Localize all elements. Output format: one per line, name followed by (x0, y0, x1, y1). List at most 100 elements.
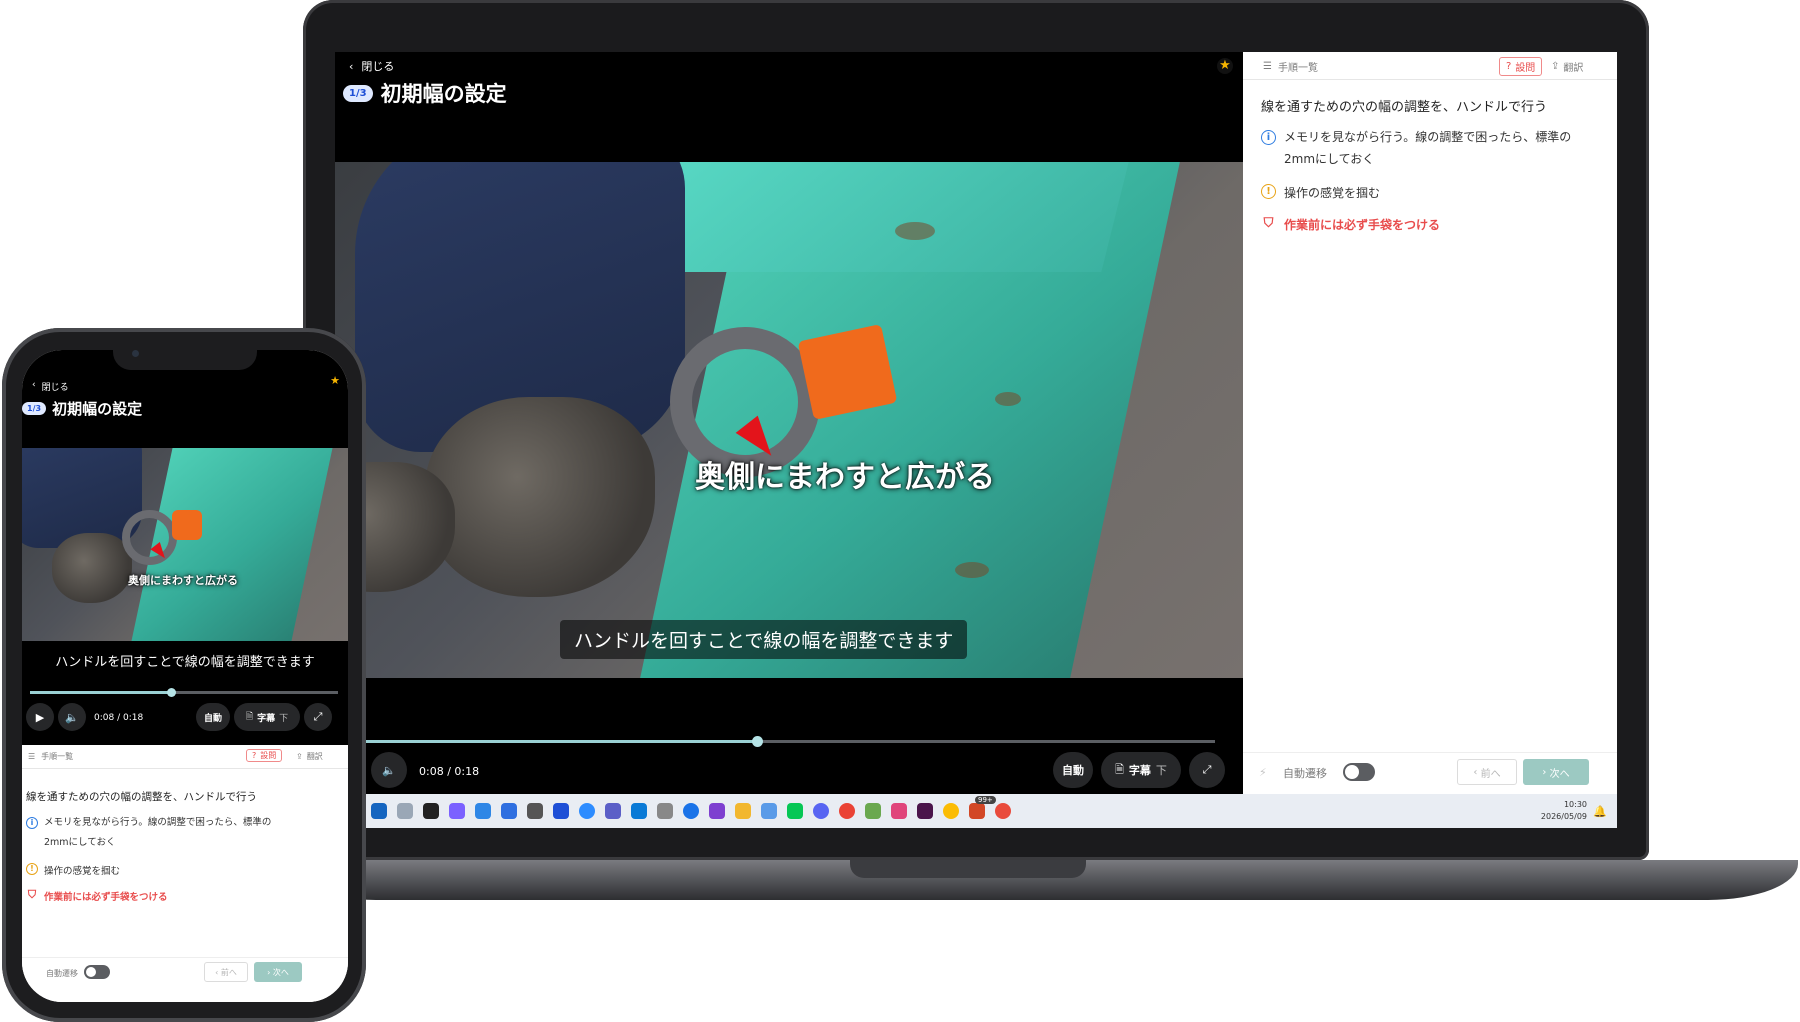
translate-icon: ⇪ (1551, 61, 1560, 72)
chevron-left-icon: ‹ (1473, 766, 1481, 778)
terminal-icon[interactable] (423, 803, 439, 819)
question-icon: ? (252, 751, 257, 760)
copilot-icon[interactable] (449, 803, 465, 819)
prev-button[interactable]: ‹ 前へ (204, 962, 248, 982)
auto-advance-toggle[interactable] (1343, 763, 1375, 781)
auto-button[interactable]: 自動 (196, 703, 230, 731)
play-button[interactable]: ▶ (26, 703, 54, 731)
subtitle-button[interactable]: 🗎 字幕 下 (234, 703, 300, 731)
app-icon[interactable] (501, 803, 517, 819)
folder-icon[interactable] (735, 803, 751, 819)
line-icon[interactable] (787, 803, 803, 819)
volume-button[interactable]: 🔈 (58, 703, 86, 731)
chrome-icon[interactable] (839, 803, 855, 819)
rust-spot (955, 562, 989, 578)
list-icon: ☰ (28, 752, 36, 761)
notification-badge: 99+ (975, 796, 996, 804)
step-badge: 1/3 (22, 402, 47, 415)
teams-icon[interactable] (605, 803, 621, 819)
close-button[interactable]: ‹ 閉じる (349, 58, 394, 74)
auto-advance-toggle[interactable] (84, 965, 110, 979)
note-caution: ! 操作の感覚を掴む (1261, 184, 1380, 201)
vscode-icon[interactable] (631, 803, 647, 819)
auto-advance-label: 自動遷移 (1283, 767, 1327, 780)
step-instruction: 線を通すための穴の幅の調整を、ハンドルで行う (26, 791, 257, 803)
video-glove (52, 533, 132, 603)
video-frame[interactable]: 奥側にまわすと広がる (22, 448, 348, 641)
steps-list-button[interactable]: ☰ 手順一覧 (28, 751, 73, 762)
volume-icon: 🔈 (382, 763, 396, 777)
fullscreen-button[interactable]: ⤢ (304, 703, 332, 731)
step-badge: 1/3 (343, 84, 373, 102)
volume-button[interactable]: 🔈 (371, 752, 407, 788)
progress-knob[interactable] (752, 736, 763, 747)
onenote-icon[interactable] (709, 803, 725, 819)
play-icon: ▶ (35, 710, 45, 724)
overlay-subtitle: 奥側にまわすと広がる (695, 460, 995, 495)
product-mockup: ‹ 閉じる 1/3 初期幅の設定 ★ 奥側にまわすと広がる ハンドルを回すことで… (0, 0, 1800, 1022)
fullscreen-button[interactable]: ⤢ (1189, 752, 1225, 788)
video-player: ‹ 閉じる 1/3 初期幅の設定 ★ 奥側にまわすと広がる ハンドルを回すことで… (335, 52, 1243, 794)
translate-button[interactable]: ⇪ 翻訳 (1551, 59, 1583, 74)
bell-icon[interactable]: 🔔 (1593, 805, 1607, 818)
toggle-knob (86, 967, 96, 977)
subtitle-button[interactable]: 🗎 字幕 下 (1101, 752, 1181, 788)
app-icon[interactable] (657, 803, 673, 819)
toggle-knob (1345, 765, 1359, 779)
zoom-icon[interactable] (579, 803, 595, 819)
phone-controls: ▶ 🔈 0:08 / 0:18 自動 🗎 字幕 下 ⤢ (22, 685, 348, 745)
todo-icon[interactable] (475, 803, 491, 819)
translate-button[interactable]: ⇪ 翻訳 (296, 751, 323, 762)
info-icon: i (1261, 130, 1276, 145)
clock[interactable]: 10:30 2026/05/09 (1541, 799, 1587, 823)
shield-icon: ⛉ (27, 888, 37, 901)
maps-icon[interactable] (683, 803, 699, 819)
title-row: 1/3 初期幅の設定 (343, 78, 507, 108)
panel-header: ☰ 手順一覧 ? 設問 ⇪ 翻訳 (1243, 52, 1617, 80)
app-icon[interactable] (553, 803, 569, 819)
time-display: 0:08 / 0:18 (94, 713, 144, 723)
taskbar: ⌕ 99+ (335, 794, 1617, 828)
chrome-canary-icon[interactable] (943, 803, 959, 819)
overlay-subtitle: 奥側にまわすと広がる (128, 574, 238, 587)
video-handle-wheel (122, 510, 177, 565)
laptop-hinge-notch (850, 860, 1086, 878)
snipping-icon[interactable] (891, 803, 907, 819)
app-icon[interactable] (865, 803, 881, 819)
steps-list-button[interactable]: ☰ 手順一覧 (1263, 59, 1318, 74)
star-icon[interactable]: ★ (330, 374, 340, 387)
progress-bar[interactable] (30, 688, 338, 697)
panel-footer: 自動遷移 ‹ 前へ › 次へ (22, 957, 348, 991)
outlook-icon[interactable] (371, 803, 387, 819)
app-icon[interactable] (527, 803, 543, 819)
next-button[interactable]: › 次へ (254, 962, 302, 982)
step-panel: ☰ 手順一覧 ? 設問 ⇪ 翻訳 線を通すための穴の幅の調整を、ハンドルで行う … (1243, 52, 1617, 794)
app-icon[interactable] (969, 803, 985, 819)
document-icon: 🗎 (1115, 762, 1124, 776)
slack-icon[interactable] (917, 803, 933, 819)
progress-knob[interactable] (167, 688, 176, 697)
auto-button[interactable]: 自動 (1053, 752, 1093, 788)
star-icon[interactable]: ★ (1217, 58, 1233, 74)
question-button[interactable]: ? 設問 (246, 749, 283, 762)
app-icon[interactable] (995, 803, 1011, 819)
video-frame[interactable]: 奥側にまわすと広がる ハンドルを回すことで線の幅を調整できます (335, 162, 1243, 678)
camera-icon (132, 350, 139, 357)
title-row: 1/3 初期幅の設定 (22, 398, 142, 419)
note-safety: ⛉ 作業前には必ず手袋をつける (1261, 216, 1440, 233)
chevron-left-icon: ‹ (349, 59, 354, 73)
chevron-right-icon: › (1542, 766, 1550, 778)
close-button[interactable]: ‹ 閉じる (32, 380, 69, 393)
caption-text: ハンドルを回すことで線の幅を調整できます (22, 641, 348, 685)
app-icon[interactable] (761, 803, 777, 819)
discord-icon[interactable] (813, 803, 829, 819)
volume-icon: 🔈 (65, 710, 79, 724)
rust-spot (895, 222, 935, 240)
page-title: 初期幅の設定 (380, 82, 507, 106)
note-safety: ⛉ 作業前には必ず手袋をつける (27, 888, 168, 904)
next-button[interactable]: › 次へ (1523, 759, 1589, 785)
prev-button[interactable]: ‹ 前へ (1457, 759, 1517, 785)
progress-bar[interactable] (363, 736, 1215, 747)
question-button[interactable]: ? 設問 (1499, 57, 1543, 76)
settings-icon[interactable] (397, 803, 413, 819)
